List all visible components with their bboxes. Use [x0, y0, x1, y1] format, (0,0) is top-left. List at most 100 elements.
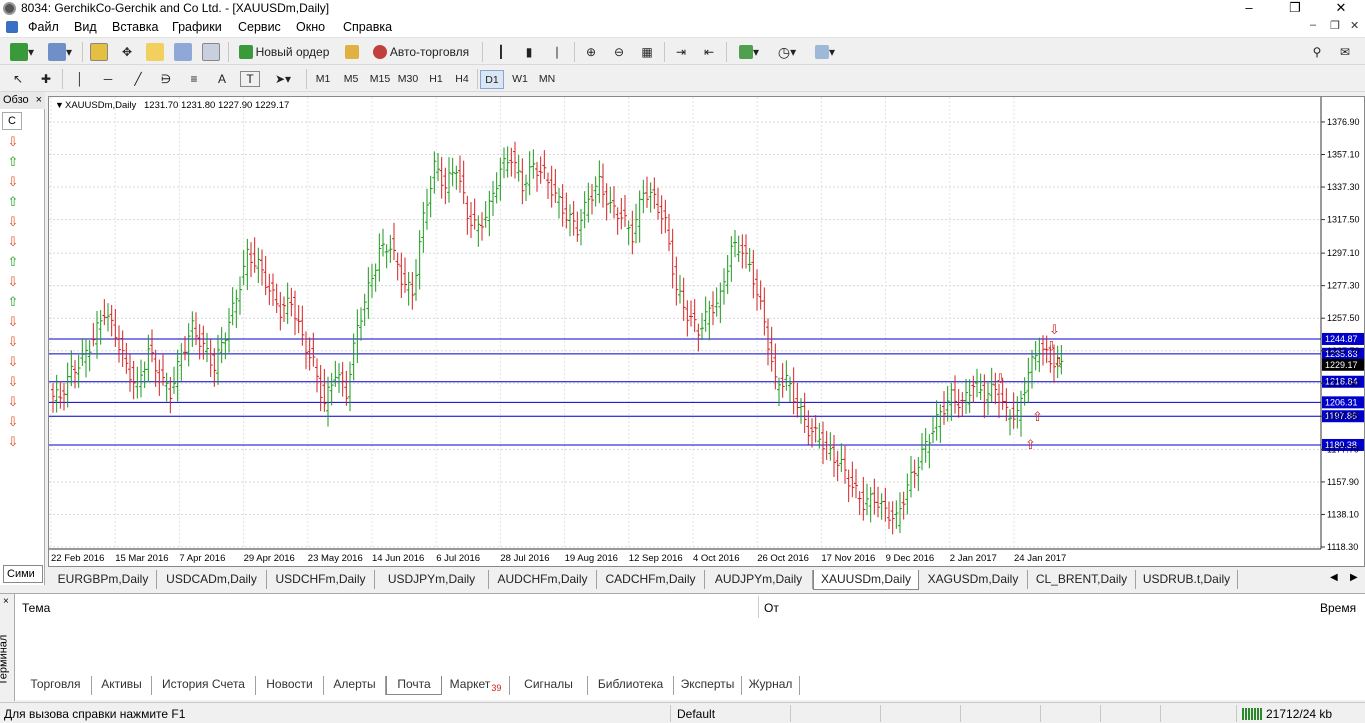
horizontal-line-icon[interactable]: ─ — [98, 69, 118, 89]
zoom-out-icon[interactable]: ⊖ — [608, 42, 630, 62]
market-watch-icon[interactable] — [88, 42, 110, 62]
timeframe-m1[interactable]: M1 — [310, 70, 336, 89]
market-row-down-arrow-icon[interactable]: ⇩ — [3, 132, 23, 151]
terminal-tab-10[interactable]: Журнал — [742, 676, 800, 695]
chart-tab-usdchfm[interactable]: USDCHFm,Daily — [267, 570, 375, 589]
market-row-down-arrow-icon[interactable]: ⇩ — [3, 232, 23, 251]
terminal-tab-0[interactable]: Торговля — [20, 676, 92, 695]
fibonacci-icon[interactable]: ≡ — [184, 69, 204, 89]
cursor-icon[interactable]: ↖ — [8, 69, 28, 89]
terminal-tab-2[interactable]: История Счета — [152, 676, 256, 695]
tabs-scroll-right-icon[interactable]: ▶ — [1350, 572, 1358, 583]
line-chart-icon[interactable]: ∣ — [546, 42, 568, 62]
text-label-button[interactable]: T — [240, 71, 260, 87]
chart-tab-usdjpym[interactable]: USDJPYm,Daily — [375, 570, 489, 589]
autotrading-button[interactable]: Авто-торговля — [368, 42, 474, 62]
terminal-icon[interactable] — [172, 42, 194, 62]
terminal-tab-4[interactable]: Алерты — [324, 676, 386, 695]
market-row-down-arrow-icon[interactable]: ⇩ — [3, 372, 23, 391]
profiles-button[interactable]: ▾ — [44, 42, 76, 62]
mdi-close-icon[interactable]: ✕ — [1350, 19, 1359, 32]
terminal-tab-6[interactable]: Маркет39 — [442, 676, 510, 695]
chart-area[interactable]: 1244.87 1235.83 1218.84 1206.31 1197.86 1180.… — [48, 96, 1365, 567]
timeframe-h4[interactable]: H4 — [450, 70, 474, 89]
market-row-down-arrow-icon[interactable]: ⇩ — [3, 432, 23, 451]
crosshair-navigator-icon[interactable]: ✥ — [116, 42, 138, 62]
bar-chart-icon[interactable]: ┃ — [490, 42, 512, 62]
timeframe-m15[interactable]: M15 — [366, 70, 394, 89]
navigator-icon[interactable] — [144, 42, 166, 62]
chart-tab-cadchfm[interactable]: CADCHFm,Daily — [597, 570, 705, 589]
chart-tab-audchfm[interactable]: AUDCHFm,Daily — [489, 570, 597, 589]
strategy-tester-icon[interactable] — [200, 42, 222, 62]
chart-tab-usdrub-t[interactable]: USDRUB.t,Daily — [1136, 570, 1238, 589]
market-row-up-arrow-icon[interactable]: ⇧ — [3, 152, 23, 171]
metaeditor-icon[interactable] — [342, 42, 362, 62]
chart-tab-usdcadm[interactable]: USDCADm,Daily — [157, 570, 267, 589]
market-row-up-arrow-icon[interactable]: ⇧ — [3, 292, 23, 311]
timeframe-h1[interactable]: H1 — [424, 70, 448, 89]
menu-help[interactable]: Справка — [343, 20, 392, 34]
timeframe-m30[interactable]: M30 — [394, 70, 422, 89]
search-icon[interactable]: ⚲ — [1306, 42, 1328, 62]
timeframe-m5[interactable]: M5 — [338, 70, 364, 89]
minimize-icon[interactable]: – — [1226, 0, 1272, 17]
market-row-down-arrow-icon[interactable]: ⇩ — [3, 212, 23, 231]
terminal-tab-7[interactable]: Сигналы — [510, 676, 588, 695]
periods-button[interactable]: ◷ ▾ — [770, 42, 804, 62]
market-row-down-arrow-icon[interactable]: ⇩ — [3, 272, 23, 291]
market-row-up-arrow-icon[interactable]: ⇧ — [3, 252, 23, 271]
vertical-line-icon[interactable]: │ — [70, 69, 90, 89]
mdi-restore-icon[interactable]: ❐ — [1330, 19, 1340, 32]
chart-shift-icon[interactable]: ⇤ — [698, 42, 720, 62]
terminal-tab-5[interactable]: Почта — [386, 676, 442, 695]
maximize-icon[interactable]: ❐ — [1272, 0, 1318, 17]
menu-file[interactable]: Файл — [28, 20, 59, 34]
menu-charts[interactable]: Графики — [172, 20, 222, 34]
chart-tab-audjpym[interactable]: AUDJPYm,Daily — [705, 570, 813, 589]
text-tool-button[interactable]: A — [212, 69, 232, 89]
market-row-up-arrow-icon[interactable]: ⇧ — [3, 192, 23, 211]
market-row-down-arrow-icon[interactable]: ⇩ — [3, 412, 23, 431]
new-chart-button[interactable]: ▾ — [6, 42, 38, 62]
new-order-button[interactable]: Новый ордер — [236, 42, 332, 62]
timeframe-d1[interactable]: D1 — [480, 70, 504, 89]
trendline-icon[interactable]: ╱ — [128, 69, 148, 89]
auto-scroll-icon[interactable]: ⇥ — [670, 42, 692, 62]
column-from[interactable]: От — [764, 601, 779, 615]
tabs-scroll-left-icon[interactable]: ◀ — [1330, 572, 1338, 583]
terminal-tab-3[interactable]: Новости — [256, 676, 324, 695]
menu-view[interactable]: Вид — [74, 20, 97, 34]
chart-tab-xagusdm[interactable]: XAGUSDm,Daily — [919, 570, 1028, 589]
crosshair-icon[interactable]: ✚ — [36, 69, 56, 89]
templates-button[interactable]: ▾ — [808, 42, 842, 62]
tile-windows-icon[interactable]: ▦ — [636, 42, 658, 62]
timeframe-mn[interactable]: MN — [534, 70, 560, 89]
column-time[interactable]: Время — [1320, 601, 1356, 615]
menu-tools[interactable]: Сервис — [238, 20, 281, 34]
column-subject[interactable]: Тема — [22, 601, 50, 615]
chart-tab-xauusdm[interactable]: XAUUSDm,Daily — [813, 570, 919, 590]
chart-tab-cl-brent[interactable]: CL_BRENT,Daily — [1028, 570, 1136, 589]
zoom-in-icon[interactable]: ⊕ — [580, 42, 602, 62]
mdi-minimize-icon[interactable]: – — [1310, 19, 1316, 31]
chat-icon[interactable]: ✉ — [1334, 42, 1356, 62]
timeframe-w1[interactable]: W1 — [507, 70, 533, 89]
terminal-tab-8[interactable]: Библиотека — [588, 676, 674, 695]
close-icon[interactable]: ✕ — [1318, 0, 1364, 17]
chart-tab-eurgbpm[interactable]: EURGBPm,Daily — [50, 570, 157, 589]
market-row-down-arrow-icon[interactable]: ⇩ — [3, 352, 23, 371]
equidistant-channel-icon[interactable]: ⋻ — [156, 69, 176, 89]
candlestick-icon[interactable]: ▮ — [518, 42, 540, 62]
menu-insert[interactable]: Вставка — [112, 20, 158, 34]
panel-close-icon[interactable]: × — [36, 92, 42, 109]
indicators-button[interactable]: ▾ — [732, 42, 766, 62]
terminal-tab-1[interactable]: Активы — [92, 676, 152, 695]
arrows-menu-button[interactable]: ➤▾ — [268, 69, 298, 89]
market-row-down-arrow-icon[interactable]: ⇩ — [3, 172, 23, 191]
market-row-down-arrow-icon[interactable]: ⇩ — [3, 392, 23, 411]
market-row-down-arrow-icon[interactable]: ⇩ — [3, 332, 23, 351]
menu-window[interactable]: Окно — [296, 20, 325, 34]
terminal-close-icon[interactable]: × — [3, 596, 9, 607]
market-watch-column-header[interactable]: С — [2, 112, 22, 130]
